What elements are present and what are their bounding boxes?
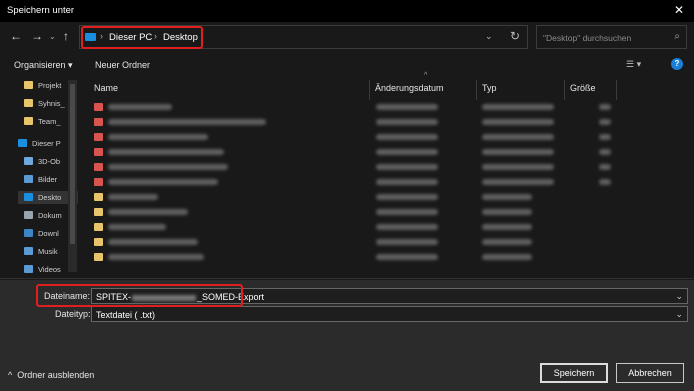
address-dropdown-icon[interactable]: ⌄ — [485, 31, 493, 42]
folder-icon — [94, 208, 103, 216]
breadcrumb-highlight — [81, 26, 203, 49]
file-row[interactable] — [94, 115, 614, 130]
sort-indicator-icon: ^ — [424, 72, 428, 79]
filetype-value: Textdatei ( .txt) — [96, 310, 156, 320]
folder-icon — [94, 223, 103, 231]
column-header-size[interactable]: Größe — [570, 83, 596, 93]
sidebar-scrollbar-thumb[interactable] — [70, 84, 75, 244]
computer-icon — [18, 139, 27, 147]
music-icon — [24, 247, 33, 255]
column-divider[interactable] — [616, 80, 617, 100]
shortcut-icon — [94, 163, 103, 171]
shortcut-icon — [94, 118, 103, 126]
filetype-label: Dateityp: — [55, 309, 91, 319]
download-icon — [24, 229, 33, 237]
folder-row[interactable] — [94, 250, 614, 265]
dialog-footer: ^ Ordner ausblenden Speichern Abbrechen — [0, 330, 694, 391]
sidebar-item-dieser-pc[interactable]: Dieser P — [12, 137, 72, 150]
file-row[interactable] — [94, 145, 614, 160]
organize-button[interactable]: Organisieren ▾ — [14, 60, 73, 71]
file-row[interactable] — [94, 100, 614, 115]
pictures-icon — [24, 175, 33, 183]
hide-folders-toggle[interactable]: ^ Ordner ausblenden — [8, 370, 94, 380]
help-icon[interactable]: ? — [671, 58, 683, 70]
shortcut-icon — [94, 103, 103, 111]
pane-divider — [0, 278, 694, 279]
chevron-down-icon[interactable]: ⌄ — [675, 309, 683, 320]
file-row[interactable] — [94, 130, 614, 145]
folder-row[interactable] — [94, 205, 614, 220]
chevron-up-icon: ^ — [8, 370, 13, 380]
column-header-row: Name Änderungsdatum Typ Größe — [84, 80, 688, 100]
refresh-icon[interactable]: ↻ — [510, 29, 520, 43]
back-arrow-icon[interactable]: ← — [10, 29, 22, 43]
chevron-down-icon[interactable]: ⌄ — [675, 291, 683, 302]
folder-icon — [24, 99, 33, 107]
search-icon: ⌕ — [674, 31, 680, 42]
close-icon[interactable]: ✕ — [674, 3, 684, 17]
folder-row[interactable] — [94, 235, 614, 250]
folder-icon — [24, 81, 33, 89]
recent-locations-chevron-icon[interactable]: ⌄ — [49, 32, 56, 41]
video-icon — [24, 265, 33, 273]
folder-row[interactable] — [94, 220, 614, 235]
cube-icon — [24, 157, 33, 165]
desktop-icon — [24, 193, 33, 201]
column-header-type[interactable]: Typ — [482, 83, 497, 93]
window-title: Speichern unter — [7, 5, 75, 16]
documents-icon — [24, 211, 33, 219]
search-input[interactable]: "Desktop" durchsuchen ⌕ — [536, 25, 687, 49]
folder-row[interactable] — [94, 190, 614, 205]
folder-icon — [94, 253, 103, 261]
folder-icon — [94, 193, 103, 201]
command-toolbar: Organisieren ▾ Neuer Ordner ☰ ▾ — [0, 53, 694, 76]
shortcut-icon — [94, 148, 103, 156]
column-header-date[interactable]: Änderungsdatum — [375, 83, 444, 93]
column-divider[interactable] — [564, 80, 565, 100]
filename-highlight — [36, 284, 243, 307]
shortcut-icon — [94, 178, 103, 186]
file-row[interactable] — [94, 175, 614, 190]
title-bar: Speichern unter ✕ — [0, 0, 694, 22]
save-button[interactable]: Speichern — [540, 363, 608, 383]
file-row[interactable] — [94, 160, 614, 175]
forward-arrow-icon[interactable]: → — [31, 29, 43, 43]
new-folder-button[interactable]: Neuer Ordner — [95, 60, 150, 70]
filetype-select[interactable]: Textdatei ( .txt) ⌄ — [91, 306, 688, 322]
column-divider[interactable] — [476, 80, 477, 100]
folder-icon — [24, 117, 33, 125]
file-list: Name Änderungsdatum Typ Größe — [84, 76, 688, 276]
column-header-name[interactable]: Name — [94, 83, 118, 93]
view-options-icon[interactable]: ☰ ▾ — [626, 59, 641, 70]
up-arrow-icon[interactable]: ↑ — [63, 29, 69, 43]
column-divider[interactable] — [369, 80, 370, 100]
cancel-button[interactable]: Abbrechen — [616, 363, 684, 383]
folder-icon — [94, 238, 103, 246]
shortcut-icon — [94, 133, 103, 141]
search-placeholder: "Desktop" durchsuchen — [543, 33, 632, 43]
